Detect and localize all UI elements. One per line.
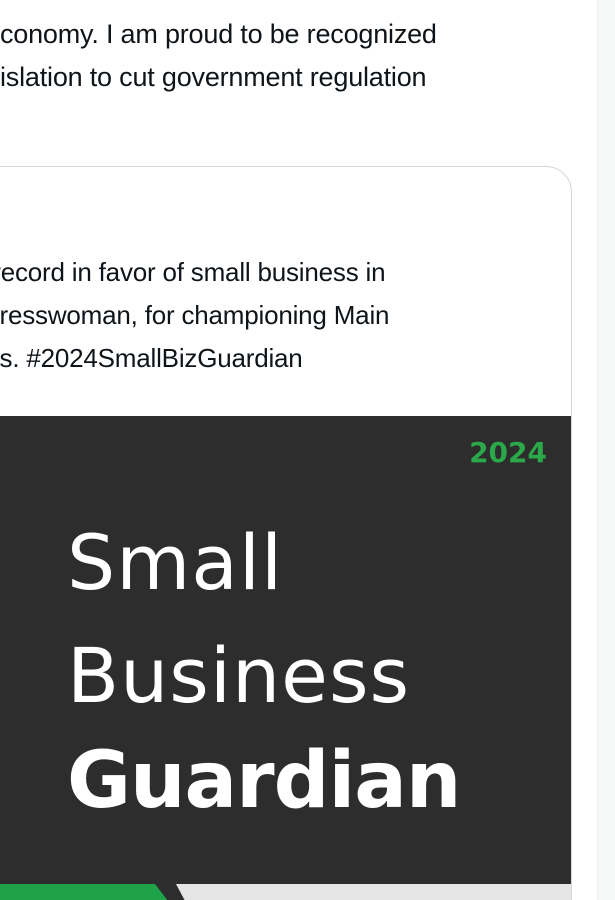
post-text-line: islation to cut government regulation — [0, 62, 427, 92]
award-title-word: Guardian — [67, 736, 461, 826]
award-title-word: Business — [67, 631, 411, 720]
award-image[interactable]: 2024 Small Business Guardian — [0, 416, 571, 900]
award-title-word: Small — [67, 518, 284, 607]
quoted-post-card[interactable]: g record in favor of small business in n… — [0, 166, 572, 900]
quoted-post-text-line: g record in favor of small business in — [0, 257, 386, 287]
quoted-post-text-line: ngresswoman, for championing Main — [0, 300, 390, 330]
green-band — [0, 884, 201, 900]
right-sidebar-edge — [597, 0, 615, 900]
gray-band — [176, 884, 571, 900]
quoted-post-text-line: ues. #2024SmallBizGuardian — [0, 343, 303, 373]
award-year: 2024 — [469, 436, 547, 469]
post-text-line: conomy. I am proud to be recognized — [0, 19, 437, 49]
